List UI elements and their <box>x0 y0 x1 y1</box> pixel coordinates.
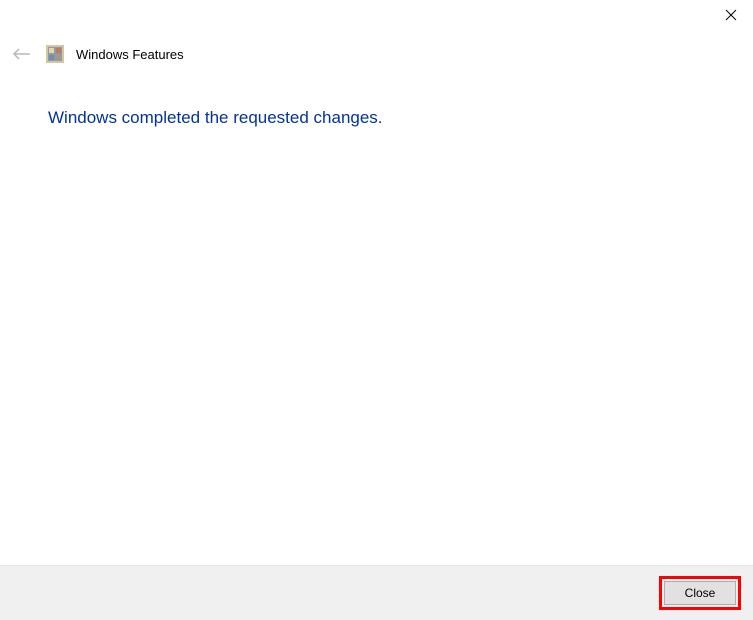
page-title: Windows Features <box>76 47 184 62</box>
window-close-button[interactable] <box>708 0 753 30</box>
back-button <box>10 42 34 66</box>
dialog-footer: Close <box>0 565 753 620</box>
windows-features-icon <box>46 45 64 63</box>
close-button-highlight: Close <box>659 576 741 610</box>
wizard-header: Windows Features <box>10 42 184 66</box>
close-icon <box>725 9 737 21</box>
status-message: Windows completed the requested changes. <box>48 108 383 128</box>
titlebar <box>708 0 753 30</box>
close-button[interactable]: Close <box>664 581 736 605</box>
back-arrow-icon <box>12 47 32 61</box>
